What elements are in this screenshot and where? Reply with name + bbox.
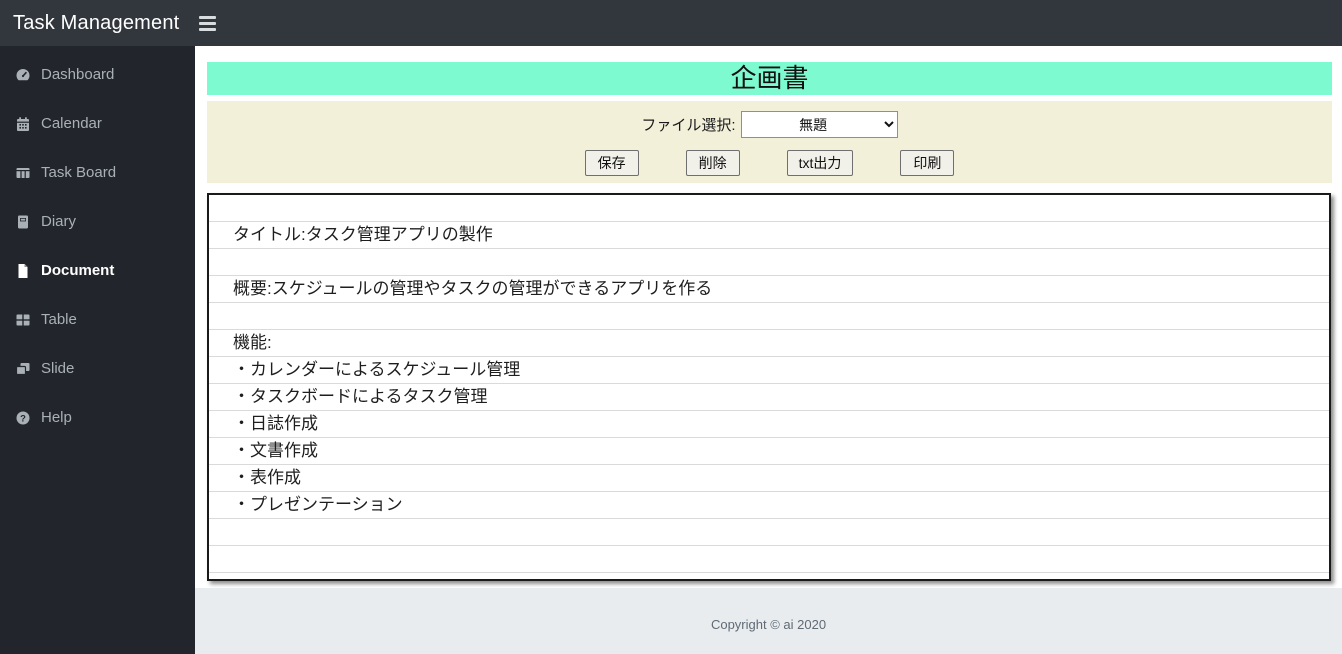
sidebar-item-label: Table: [41, 311, 77, 328]
sidebar-item-dashboard[interactable]: Dashboard: [0, 50, 195, 99]
sidebar-item-label: Help: [41, 409, 72, 426]
document-line: タイトル:タスク管理アプリの製作: [209, 222, 1329, 249]
file-select-label: ファイル選択:: [641, 117, 736, 134]
page-title: 企画書: [207, 62, 1332, 95]
document-line: 機能:: [209, 330, 1329, 357]
document-line: [209, 195, 1329, 222]
document-line: [209, 546, 1329, 573]
file-toolbar: ファイル選択: 無題 保存 削除 txt出力 印刷: [207, 101, 1332, 183]
sidebar-item-task-board[interactable]: Task Board: [0, 148, 195, 197]
sidebar-item-slide[interactable]: Slide: [0, 344, 195, 393]
hamburger-icon[interactable]: [197, 12, 218, 35]
document-icon: [18, 263, 28, 278]
txt-export-button[interactable]: txt出力: [786, 150, 854, 176]
task-board-icon: [16, 167, 30, 178]
sidebar-item-help[interactable]: ? Help: [0, 393, 195, 442]
document-line: [209, 519, 1329, 546]
document-line: [209, 303, 1329, 330]
sidebar-item-label: Calendar: [41, 115, 102, 132]
delete-button[interactable]: 削除: [685, 150, 740, 176]
top-navbar: Task Management: [0, 0, 1342, 46]
slide-icon: [15, 362, 30, 375]
document-line: 概要:スケジュールの管理やタスクの管理ができるアプリを作る: [209, 276, 1329, 303]
copyright-text: Copyright © ai 2020: [195, 588, 1342, 654]
sidebar-item-table[interactable]: Table: [0, 295, 195, 344]
svg-text:?: ?: [20, 413, 26, 424]
main-content: 企画書 ファイル選択: 無題 保存 削除 txt出力 印刷 タイトル:タスク管理…: [195, 46, 1342, 654]
table-icon: [16, 314, 30, 325]
sidebar-item-calendar[interactable]: Calendar: [0, 99, 195, 148]
help-icon: ?: [16, 411, 30, 424]
document-editor[interactable]: タイトル:タスク管理アプリの製作 概要:スケジュールの管理やタスクの管理ができる…: [207, 193, 1331, 581]
sidebar-item-label: Task Board: [41, 164, 117, 181]
calendar-icon: [17, 116, 29, 131]
app-title: Task Management: [13, 11, 180, 34]
document-line: ・表作成: [209, 465, 1329, 492]
dashboard-icon: [16, 68, 30, 80]
sidebar-item-document[interactable]: Document: [0, 246, 195, 295]
diary-icon: [18, 215, 28, 228]
sidebar-item-label: Slide: [41, 360, 75, 377]
document-line: ・文書作成: [209, 438, 1329, 465]
document-line: ・日誌作成: [209, 411, 1329, 438]
sidebar: Dashboard Calendar Task Board Diary Docu…: [0, 46, 195, 654]
sidebar-item-label: Diary: [41, 213, 77, 230]
sidebar-item-label: Dashboard: [41, 66, 115, 83]
document-line: ・タスクボードによるタスク管理: [209, 384, 1329, 411]
document-line: ・プレゼンテーション: [209, 492, 1329, 519]
print-button[interactable]: 印刷: [900, 150, 955, 176]
save-button[interactable]: 保存: [584, 150, 639, 176]
sidebar-item-label: Document: [41, 262, 115, 279]
document-line: [209, 249, 1329, 276]
sidebar-item-diary[interactable]: Diary: [0, 197, 195, 246]
document-line: ・カレンダーによるスケジュール管理: [209, 357, 1329, 384]
file-select-dropdown[interactable]: 無題: [740, 111, 898, 138]
